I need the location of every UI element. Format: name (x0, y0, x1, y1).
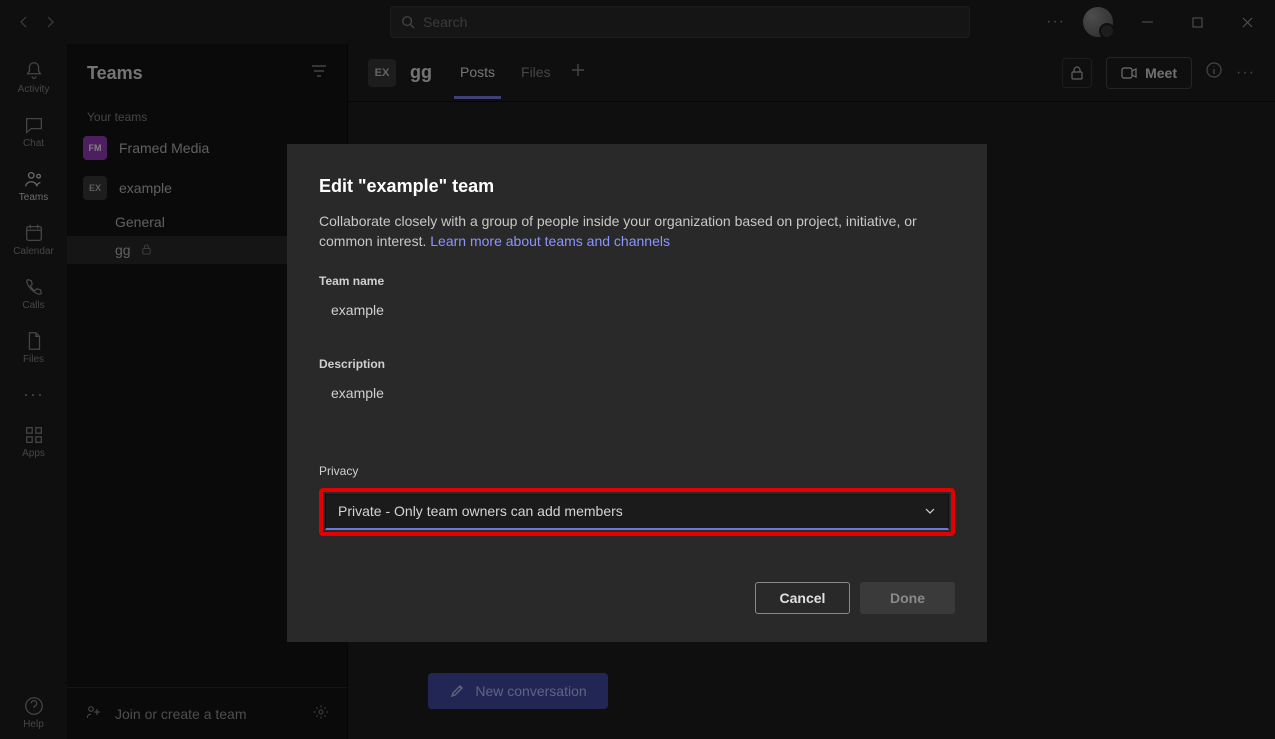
cancel-button[interactable]: Cancel (755, 582, 850, 614)
modal-subtitle: Collaborate closely with a group of peop… (319, 211, 955, 252)
team-name-input[interactable] (319, 296, 955, 333)
privacy-select[interactable]: Private - Only team owners can add membe… (325, 494, 949, 530)
modal-title: Edit "example" team (319, 176, 955, 197)
privacy-highlight: Private - Only team owners can add membe… (319, 488, 955, 536)
privacy-value: Private - Only team owners can add membe… (338, 503, 623, 519)
privacy-label: Privacy (319, 464, 955, 478)
learn-more-link[interactable]: Learn more about teams and channels (430, 233, 670, 249)
description-label: Description (319, 357, 955, 371)
team-name-label: Team name (319, 274, 955, 288)
chevron-down-icon (924, 505, 936, 517)
description-input[interactable] (319, 379, 955, 416)
edit-team-modal: Edit "example" team Collaborate closely … (287, 144, 987, 642)
done-button: Done (860, 582, 955, 614)
